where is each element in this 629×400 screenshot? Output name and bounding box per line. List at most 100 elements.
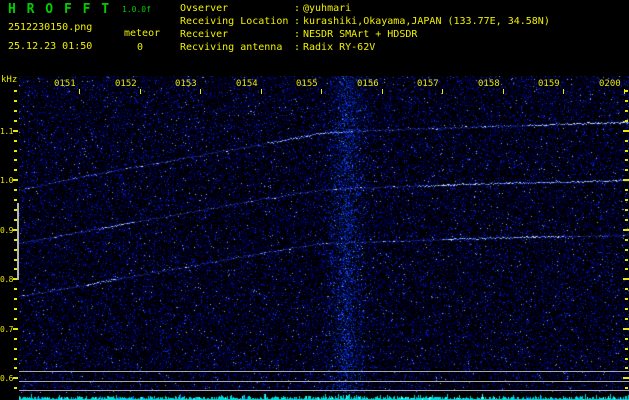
observation-datetime: 25.12.23 01:50: [8, 41, 93, 52]
info-colon: :: [294, 29, 301, 40]
info-row-observer: Ovserver: @yuhmari: [180, 2, 550, 15]
freq-minor-tick: [625, 308, 628, 310]
freq-label: 0.8: [0, 275, 13, 284]
meteor-count: 0: [137, 42, 144, 53]
freq-minor-tick: [625, 120, 628, 122]
freq-minor-tick: [14, 288, 17, 290]
freq-label: 1.1: [0, 127, 13, 136]
freq-minor-tick: [14, 169, 17, 171]
info-colon: :: [294, 3, 301, 14]
freq-minor-tick: [625, 318, 628, 320]
time-label: 0152: [115, 79, 137, 89]
time-label: 0151: [54, 79, 76, 89]
freq-major-tick: [623, 278, 629, 280]
time-label: 0158: [478, 79, 500, 89]
freq-major-tick: [623, 229, 629, 231]
time-tick: [442, 89, 443, 94]
freq-minor-tick: [625, 338, 628, 340]
freq-minor-tick: [625, 150, 628, 152]
freq-minor-tick: [625, 268, 628, 270]
freq-label: 1.0: [0, 176, 13, 185]
freq-minor-tick: [625, 209, 628, 211]
freq-minor-tick: [14, 100, 17, 102]
info-value: @yuhmari: [303, 3, 352, 14]
time-tick: [382, 89, 383, 94]
freq-minor-tick: [625, 110, 628, 112]
freq-minor-tick: [625, 140, 628, 142]
freq-minor-tick: [625, 199, 628, 201]
info-row-location: Receiving Location: kurashiki,Okayama,JAP…: [180, 15, 550, 28]
frequency-range-marker: [17, 203, 19, 280]
freq-label: 0.6: [0, 374, 13, 383]
freq-minor-tick: [14, 338, 17, 340]
freq-minor-tick: [14, 199, 17, 201]
freq-major-tick: [13, 179, 18, 181]
hrofft-screen: H R O F F T 1.0.0f 2512230150.png meteor…: [0, 0, 629, 400]
freq-major-tick: [623, 328, 629, 330]
freq-minor-tick: [625, 288, 628, 290]
app-version: 1.0.0f: [122, 5, 151, 14]
freq-minor-tick: [14, 367, 17, 369]
info-value: NESDR SMArt + HDSDR: [303, 29, 418, 40]
time-label: 0156: [357, 79, 379, 89]
reference-line: [19, 390, 629, 391]
frequency-axis-unit: kHz: [1, 75, 18, 85]
freq-major-tick: [13, 328, 18, 330]
freq-major-tick: [13, 377, 18, 379]
freq-minor-tick: [14, 348, 17, 350]
info-label: Receiver: [180, 29, 229, 40]
noise-floor-strip-canvas: [19, 393, 629, 400]
freq-minor-tick: [14, 159, 17, 161]
freq-minor-tick: [625, 189, 628, 191]
time-tick: [140, 89, 141, 94]
freq-minor-tick: [14, 140, 17, 142]
freq-minor-tick: [14, 90, 17, 92]
time-tick: [321, 89, 322, 94]
freq-minor-tick: [14, 318, 17, 320]
info-value: kurashiki,Okayama,JAPAN (133.77E, 34.58N…: [303, 16, 550, 27]
spectrogram-canvas: [19, 76, 629, 393]
time-label: 0159: [538, 79, 560, 89]
time-label: 0155: [296, 79, 318, 89]
freq-minor-tick: [14, 110, 17, 112]
app-title: H R O F F T: [8, 2, 111, 17]
freq-label: 0.9: [0, 226, 13, 235]
freq-minor-tick: [625, 159, 628, 161]
observer-info-block: Ovserver: @yuhmari Receiving Location: kur…: [180, 2, 550, 54]
time-label: 0154: [236, 79, 258, 89]
info-label: Recviving antenna: [180, 42, 283, 53]
output-filename: 2512230150.png: [8, 22, 93, 33]
time-label: 0157: [417, 79, 439, 89]
info-value: Radix RY-62V: [303, 42, 376, 53]
time-label: 0200: [599, 79, 621, 89]
time-tick: [261, 89, 262, 94]
freq-minor-tick: [14, 120, 17, 122]
freq-minor-tick: [625, 358, 628, 360]
freq-minor-tick: [625, 219, 628, 221]
freq-major-tick: [623, 130, 629, 132]
freq-minor-tick: [14, 189, 17, 191]
time-tick: [503, 89, 504, 94]
freq-minor-tick: [625, 298, 628, 300]
freq-major-tick: [623, 377, 629, 379]
time-label: 0153: [175, 79, 197, 89]
freq-minor-tick: [625, 169, 628, 171]
freq-minor-tick: [14, 298, 17, 300]
freq-major-tick: [623, 179, 629, 181]
freq-minor-tick: [625, 90, 628, 92]
freq-minor-tick: [625, 249, 628, 251]
freq-major-tick: [13, 130, 18, 132]
time-tick: [200, 89, 201, 94]
mode-label: meteor: [124, 28, 161, 39]
info-label: Ovserver: [180, 3, 229, 14]
freq-minor-tick: [14, 387, 17, 389]
freq-minor-tick: [625, 367, 628, 369]
info-colon: :: [294, 42, 301, 53]
info-label: Receiving Location: [180, 16, 289, 27]
freq-minor-tick: [14, 308, 17, 310]
info-row-antenna: Recviving antenna: Radix RY-62V: [180, 41, 550, 54]
reference-line: [19, 371, 629, 372]
freq-minor-tick: [625, 239, 628, 241]
freq-minor-tick: [625, 387, 628, 389]
time-tick: [624, 89, 625, 94]
